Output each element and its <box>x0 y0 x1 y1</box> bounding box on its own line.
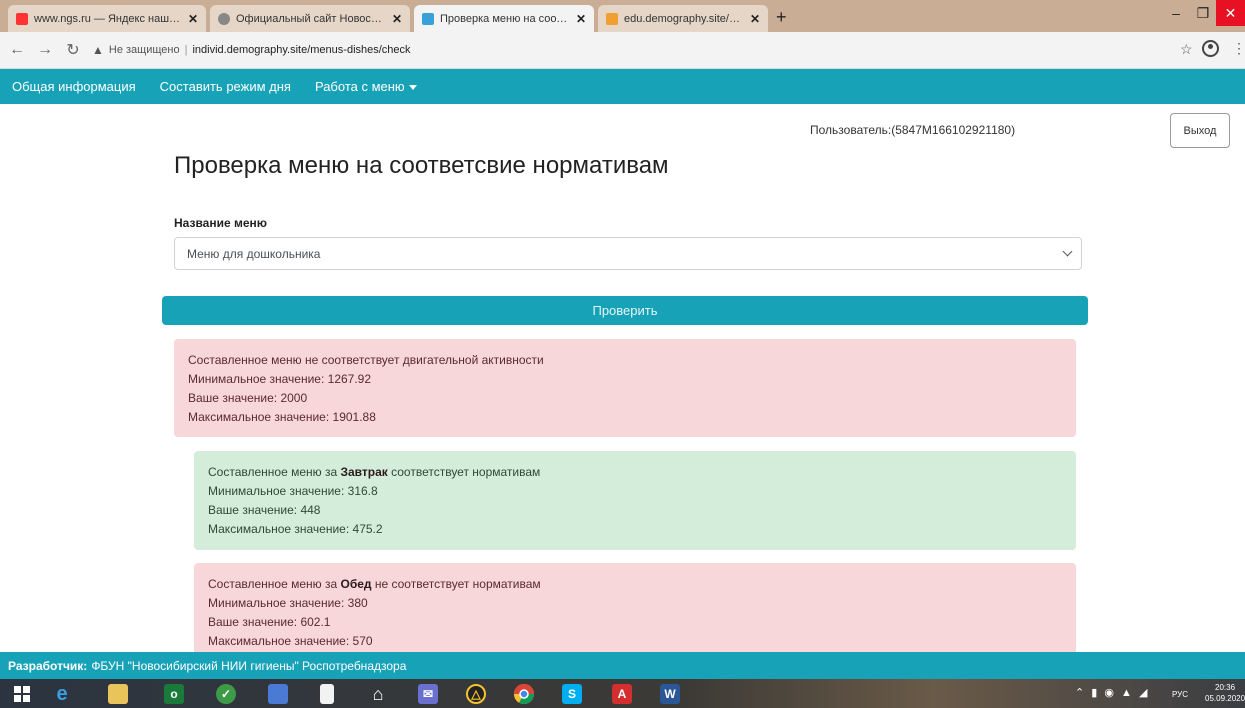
nav-general-info[interactable]: Общая информация <box>12 79 136 94</box>
yandex-favicon-icon <box>16 12 28 25</box>
store-icon[interactable]: o <box>164 684 184 704</box>
chevron-down-icon <box>1062 246 1073 257</box>
meal-name: Завтрак <box>340 465 388 479</box>
alert-line: Минимальное значение: 316.8 <box>208 484 378 498</box>
menu-kebab-icon[interactable]: ⋮ <box>1232 40 1245 57</box>
close-window-button[interactable]: ✕ <box>1216 0 1245 26</box>
user-id-text: Пользователь:(5847М166102921180) <box>810 123 1016 137</box>
nav-day-schedule[interactable]: Составить режим дня <box>160 79 291 94</box>
alert-line: Ваше значение: 2000 <box>188 391 308 405</box>
app-circle-icon[interactable]: △ <box>466 684 486 704</box>
security-warning-text: Не защищено <box>108 44 180 56</box>
alert-suffix: не соответствует нормативам <box>371 577 541 591</box>
alert-line: Составленное меню не соответствует двига… <box>188 353 544 367</box>
alert-line: Минимальное значение: 1267.92 <box>188 372 372 386</box>
word-icon[interactable]: W <box>660 684 680 704</box>
system-tray-icons[interactable]: ⌃ ▮ ◉ ▲ ◢ <box>1075 686 1149 699</box>
minimize-button[interactable]: – <box>1162 0 1190 26</box>
url-text: individ.demography.site/menus-dishes/che… <box>192 44 411 56</box>
alert-line: Максимальное значение: 570 <box>208 634 373 648</box>
nav-menu-work-dropdown[interactable]: Работа с меню <box>315 79 417 94</box>
alert-prefix: Составленное меню за <box>208 577 341 591</box>
check-button[interactable]: Проверить <box>162 296 1088 325</box>
mail-icon[interactable]: ✉ <box>418 684 438 704</box>
alert-line: Ваше значение: 448 <box>208 503 321 517</box>
menu-select-value: Меню для дошкольника <box>187 246 321 261</box>
footer-label: Разработчик: <box>8 658 88 673</box>
menu-select[interactable]: Меню для дошкольника <box>174 237 1082 270</box>
home-icon[interactable]: ⌂ <box>368 684 388 704</box>
app-navbar: Общая информация Составить режим дня Раб… <box>0 69 1245 104</box>
clock-time: 20:36 <box>1215 683 1236 692</box>
windows-start-icon[interactable] <box>12 684 32 704</box>
file-explorer-icon[interactable] <box>108 684 128 704</box>
tab-title: Официальный сайт Новосибирс <box>236 12 386 25</box>
alert-line: Ваше значение: 602.1 <box>208 615 331 629</box>
close-icon[interactable]: ✕ <box>392 12 402 26</box>
browser-tab[interactable]: Официальный сайт Новосибирс ✕ <box>210 5 410 32</box>
skype-icon[interactable]: S <box>562 684 582 704</box>
system-clock[interactable]: 20:36 05.09.2020 <box>1205 682 1245 704</box>
site-favicon-icon <box>422 12 434 25</box>
document-icon[interactable] <box>320 684 334 704</box>
alert-prefix: Составленное меню за <box>208 465 341 479</box>
alert-line: Минимальное значение: 380 <box>208 596 368 610</box>
close-icon[interactable]: ✕ <box>750 12 760 26</box>
chrome-icon[interactable] <box>514 684 534 704</box>
new-tab-button[interactable]: + <box>776 7 787 28</box>
alert-line: Составленное меню за Завтрак соответству… <box>208 463 1062 482</box>
alert-line: Составленное меню за Обед не соответству… <box>208 575 1062 594</box>
language-indicator[interactable]: РУС <box>1166 688 1194 700</box>
logout-button[interactable]: Выход <box>1170 113 1230 148</box>
page-footer: Разработчик: ФБУН "Новосибирский НИИ гиг… <box>0 652 1245 679</box>
tab-title: www.ngs.ru — Яндекс нашлось <box>34 12 182 25</box>
breakfast-alert: Составленное меню за Завтрак соответству… <box>194 451 1076 550</box>
reload-icon[interactable]: ↻ <box>62 40 84 60</box>
acrobat-icon[interactable]: A <box>612 684 632 704</box>
bookmark-star-icon[interactable]: ☆ <box>1180 41 1193 58</box>
warning-icon: ▲ <box>92 43 104 57</box>
nav-menu-work-label: Работа с меню <box>314 79 405 94</box>
globe-favicon-icon <box>218 12 230 25</box>
alert-line: Максимальное значение: 475.2 <box>208 522 383 536</box>
activity-alert: Составленное меню не соответствует двига… <box>174 339 1076 437</box>
close-icon[interactable]: ✕ <box>576 12 586 26</box>
menu-name-label: Название меню <box>174 216 268 230</box>
page-title: Проверка меню на соответсвие нормативам <box>174 152 669 179</box>
browser-tab[interactable]: edu.demography.site/semmey/t ✕ <box>598 5 768 32</box>
browser-tab-strip: www.ngs.ru — Яндекс нашлось ✕ Официальны… <box>0 0 1245 32</box>
tab-title: Проверка меню на соответсвие <box>440 12 570 25</box>
edge-browser-icon[interactable]: e <box>52 683 72 705</box>
url-input[interactable]: ▲ Не защищено | individ.demography.site/… <box>92 37 1202 63</box>
alert-line: Максимальное значение: 1901.88 <box>188 410 376 424</box>
lunch-alert: Составленное меню за Обед не соответству… <box>194 563 1076 663</box>
tab-title: edu.demography.site/semmey/t <box>624 12 744 25</box>
browser-tab[interactable]: www.ngs.ru — Яндекс нашлось ✕ <box>8 5 206 32</box>
maximize-button[interactable]: ❐ <box>1190 0 1216 26</box>
address-bar: ← → ↻ ▲ Не защищено | individ.demography… <box>0 32 1245 69</box>
separator: | <box>184 44 188 56</box>
meal-name: Обед <box>340 577 372 591</box>
app-icon[interactable]: ✓ <box>216 684 236 704</box>
account-icon[interactable] <box>1202 40 1219 57</box>
close-icon[interactable]: ✕ <box>188 12 198 26</box>
caret-down-icon <box>408 85 417 91</box>
windows-taskbar: e o ✓ ⌂ ✉ △ S A W ⌃ ▮ ◉ ▲ ◢ РУС 20:36 05… <box>0 679 1245 708</box>
back-arrow-icon[interactable]: ← <box>6 41 28 59</box>
browser-tab-active[interactable]: Проверка меню на соответсвие ✕ <box>414 5 594 32</box>
footer-text: ФБУН "Новосибирский НИИ гигиены" Роспотр… <box>91 658 407 673</box>
clock-date: 05.09.2020 <box>1205 694 1245 703</box>
site-favicon-icon <box>606 12 618 25</box>
alert-suffix: соответствует нормативам <box>387 465 541 479</box>
monitor-app-icon[interactable] <box>268 684 288 704</box>
forward-arrow-icon[interactable]: → <box>34 41 56 59</box>
